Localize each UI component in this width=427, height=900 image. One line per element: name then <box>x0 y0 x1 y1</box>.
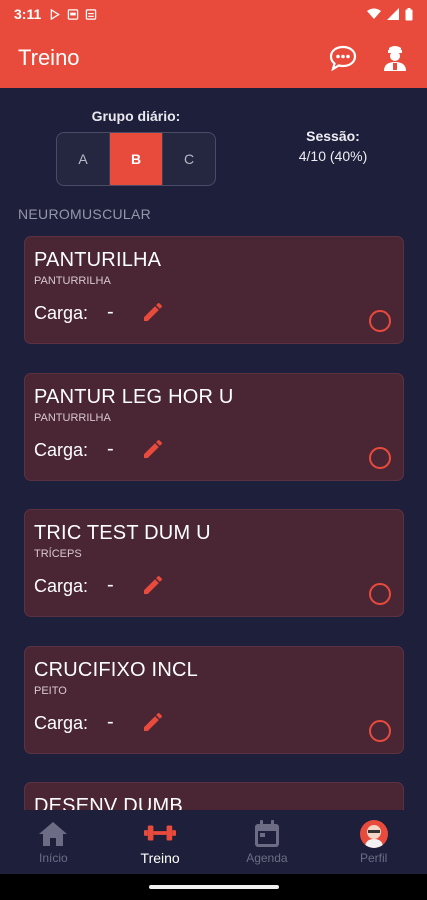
grupo-option-a[interactable]: A <box>57 133 110 185</box>
exercise-list[interactable]: PANTURILHA PANTURRILHA Carga: - PANTUR L… <box>0 236 427 810</box>
status-time: 3:11 <box>14 6 42 22</box>
section-title: NEUROMUSCULAR <box>18 206 152 222</box>
dumbbell-icon <box>144 825 177 841</box>
screen: 3:11 Treino Grupo diário: A B C Sessão: … <box>0 0 427 900</box>
carga-label: Carga: <box>34 303 89 323</box>
sessao-info: Sessão: 4/10 (40%) <box>280 126 386 166</box>
grupo-selector: A B C <box>56 132 216 186</box>
play-store-icon <box>50 8 61 20</box>
system-nav-bar <box>0 874 427 900</box>
exercise-muscle: PANTURRILHA <box>34 275 111 287</box>
edit-pencil-icon[interactable] <box>141 300 165 324</box>
trainer-button[interactable] <box>381 44 409 72</box>
status-bar: 3:11 <box>0 0 427 28</box>
complete-checkbox[interactable] <box>369 583 391 605</box>
page-title: Treino <box>18 45 80 70</box>
exercise-card[interactable]: CRUCIFIXO INCL PEITO Carga: - <box>24 646 404 754</box>
carga-value: - <box>107 301 114 323</box>
grupo-label: Grupo diário: <box>91 108 181 124</box>
complete-checkbox[interactable] <box>369 310 391 332</box>
nav-item-agenda[interactable]: Agenda <box>214 810 321 874</box>
nav-item-perfil[interactable]: Perfil <box>320 810 427 874</box>
battery-icon <box>405 7 413 20</box>
home-icon <box>39 822 68 846</box>
calendar-icon <box>254 820 279 847</box>
exercise-card[interactable]: TRIC TEST DUM U TRÍCEPS Carga: - <box>24 509 404 617</box>
complete-checkbox[interactable] <box>369 447 391 469</box>
exercise-card[interactable]: DESENV DUMB <box>24 782 404 810</box>
nav-label: Perfil <box>359 851 388 865</box>
exercise-muscle: PANTURRILHA <box>34 412 111 424</box>
exercise-name: PANTUR LEG HOR U <box>34 386 234 408</box>
app-bar: Treino <box>0 28 427 88</box>
bottom-nav: Início Treino Agenda Perfil <box>0 810 427 874</box>
home-gesture-handle[interactable] <box>148 885 279 889</box>
nav-label: Início <box>39 851 68 865</box>
carga-value: - <box>107 574 114 596</box>
carga-value: - <box>107 711 114 733</box>
chat-button[interactable] <box>329 44 357 72</box>
exercise-name: TRIC TEST DUM U <box>34 522 211 544</box>
signal-icon <box>387 8 399 20</box>
nav-item-treino[interactable]: Treino <box>107 810 214 874</box>
edit-pencil-icon[interactable] <box>141 573 165 597</box>
carga-label: Carga: <box>34 713 89 733</box>
carga-value: - <box>107 438 114 460</box>
complete-checkbox[interactable] <box>369 720 391 742</box>
avatar <box>359 820 388 848</box>
wifi-icon <box>367 8 381 19</box>
sessao-label: Sessão: <box>306 128 360 144</box>
edit-pencil-icon[interactable] <box>141 710 165 734</box>
nav-item-inicio[interactable]: Início <box>0 810 107 874</box>
chat-bubble-icon <box>329 45 357 71</box>
grupo-option-c[interactable]: C <box>163 133 215 185</box>
exercise-name: PANTURILHA <box>34 249 162 271</box>
exercise-name: DESENV DUMB <box>34 795 183 810</box>
carga-label: Carga: <box>34 576 89 596</box>
exercise-card[interactable]: PANTURILHA PANTURRILHA Carga: - <box>24 236 404 344</box>
nav-label: Agenda <box>246 851 288 865</box>
notification-icon <box>68 8 79 20</box>
trainer-icon <box>384 46 406 71</box>
carga-label: Carga: <box>34 440 89 460</box>
nav-label: Treino <box>140 850 180 866</box>
edit-pencil-icon[interactable] <box>141 437 165 461</box>
exercise-card[interactable]: PANTUR LEG HOR U PANTURRILHA Carga: - <box>24 373 404 481</box>
exercise-name: CRUCIFIXO INCL <box>34 659 198 681</box>
exercise-muscle: PEITO <box>34 685 67 697</box>
sessao-value: 4/10 (40%) <box>298 148 368 164</box>
grupo-option-b[interactable]: B <box>110 133 163 185</box>
exercise-muscle: TRÍCEPS <box>34 548 82 560</box>
news-icon <box>86 8 97 20</box>
